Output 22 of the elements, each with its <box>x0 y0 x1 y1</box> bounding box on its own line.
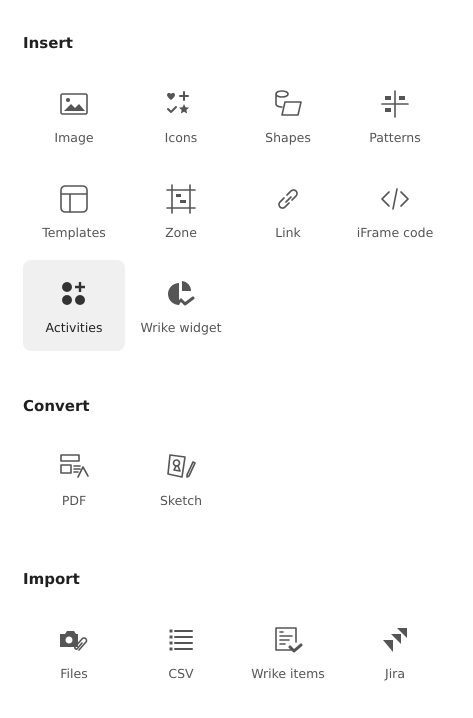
insert-tile[interactable]: PDF <box>23 433 125 524</box>
insert-tile[interactable]: Templates <box>23 165 125 256</box>
section-title: Insert <box>23 33 74 54</box>
insert-tile[interactable]: Shapes <box>237 70 339 161</box>
zone-icon <box>165 183 197 215</box>
section-title: Convert <box>23 396 91 417</box>
insert-tile[interactable]: Jira <box>344 606 446 697</box>
insert-tile[interactable]: Icons <box>130 70 232 161</box>
insert-tile[interactable]: Activities <box>23 260 125 351</box>
insert-tile[interactable]: Sketch <box>130 433 232 524</box>
template-icon <box>58 183 90 215</box>
insert-tile[interactable]: Link <box>237 165 339 256</box>
section-title: Import <box>23 569 81 590</box>
insert-tile[interactable]: Files <box>23 606 125 697</box>
insert-tile[interactable]: Patterns <box>344 70 446 161</box>
patterns-icon <box>379 88 411 120</box>
insert-tile[interactable]: Wrike widget <box>130 260 232 351</box>
insert-tile[interactable]: Zone <box>130 165 232 256</box>
insert-tile[interactable]: Image <box>23 70 125 161</box>
insert-tile[interactable]: CSV <box>130 606 232 697</box>
insert-tile[interactable]: iFrame code <box>344 165 446 256</box>
insert-tile[interactable]: Wrike items <box>237 606 339 697</box>
